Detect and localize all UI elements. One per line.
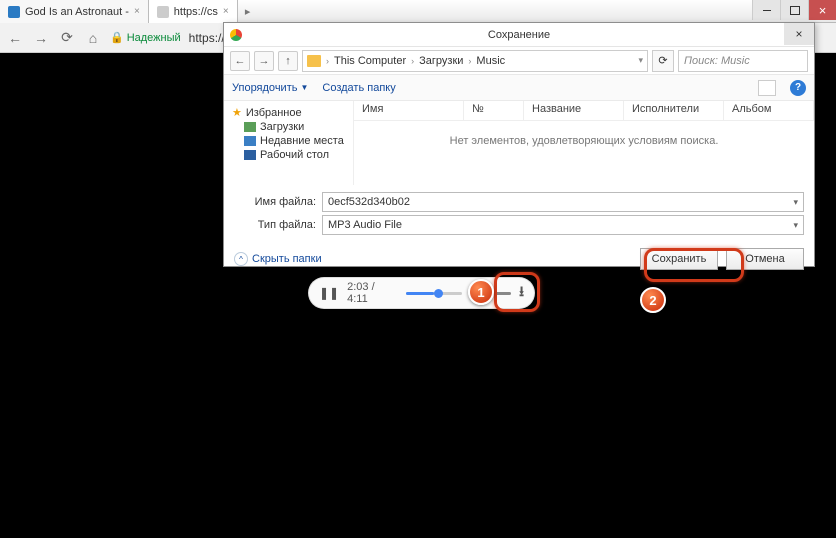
dialog-toolbar: Упорядочить ▼ Создать папку ? <box>224 75 814 101</box>
tree-label: Загрузки <box>260 121 304 133</box>
reload-button[interactable]: ⟳ <box>58 29 76 47</box>
browser-tab-active[interactable]: https://cs × <box>149 0 238 23</box>
nav-forward-button[interactable]: → <box>254 51 274 71</box>
filename-label: Имя файла: <box>234 196 322 208</box>
chevron-up-icon: ^ <box>234 252 248 266</box>
recent-icon <box>244 136 256 146</box>
back-button[interactable]: ← <box>6 29 24 47</box>
tree-label: Избранное <box>246 107 302 119</box>
help-button[interactable]: ? <box>790 80 806 96</box>
tree-desktop[interactable]: Рабочий стол <box>232 148 349 162</box>
tree-label: Недавние места <box>260 135 344 147</box>
organize-label: Упорядочить <box>232 82 297 94</box>
filetype-select[interactable]: MP3 Audio File ▾ <box>322 215 804 235</box>
maximize-button[interactable] <box>780 0 808 20</box>
time-total: 4:11 <box>347 293 368 305</box>
pause-button[interactable]: ❚❚ <box>319 286 339 300</box>
tab-title: God Is an Astronaut - <box>25 6 129 18</box>
tree-recent[interactable]: Недавние места <box>232 134 349 148</box>
callout-badge-2: 2 <box>640 287 666 313</box>
time-sep: / <box>372 281 375 293</box>
close-icon[interactable]: × <box>134 6 140 17</box>
callout-ring-2 <box>644 248 744 282</box>
tree-downloads[interactable]: Загрузки <box>232 120 349 134</box>
browser-tab[interactable]: God Is an Astronaut - × <box>0 0 149 23</box>
filetype-value: MP3 Audio File <box>328 219 402 231</box>
forward-button[interactable]: → <box>32 29 50 47</box>
tab-title: https://cs <box>174 6 218 18</box>
save-dialog: Сохранение × ← → ↑ › This Computer › Заг… <box>223 22 815 267</box>
page-icon <box>157 6 169 18</box>
chevron-down-icon[interactable]: ▾ <box>793 220 798 231</box>
col-artists[interactable]: Исполнители <box>624 101 724 120</box>
refresh-button[interactable]: ⟳ <box>652 50 674 72</box>
desktop-icon <box>244 150 256 160</box>
play-icon <box>8 6 20 18</box>
new-folder-button[interactable]: Создать папку <box>322 82 395 94</box>
nav-up-button[interactable]: ↑ <box>278 51 298 71</box>
callout-number: 1 <box>477 285 484 300</box>
chevron-right-icon: › <box>468 56 471 66</box>
close-icon[interactable]: × <box>223 6 229 17</box>
star-icon: ★ <box>232 106 242 119</box>
hide-folders-label: Скрыть папки <box>252 253 322 265</box>
crumb-downloads[interactable]: Загрузки <box>416 55 466 67</box>
filename-input[interactable]: 0ecf532d340b02 ▾ <box>322 192 804 212</box>
folder-icon <box>307 55 321 67</box>
list-header: Имя № Название Исполнители Альбом <box>354 101 814 121</box>
seek-slider[interactable] <box>406 292 462 295</box>
filetype-label: Тип файла: <box>234 219 322 231</box>
dialog-fields: Имя файла: 0ecf532d340b02 ▾ Тип файла: MP… <box>224 185 814 242</box>
filename-value: 0ecf532d340b02 <box>328 196 410 208</box>
dialog-nav: ← → ↑ › This Computer › Загрузки › Music… <box>224 47 814 75</box>
home-button[interactable]: ⌂ <box>84 29 102 47</box>
time-display: 2:03 / 4:11 <box>347 281 398 305</box>
dialog-title: Сохранение <box>488 29 550 41</box>
callout-number: 2 <box>649 293 656 308</box>
new-tab-button[interactable]: ▸ <box>238 0 258 22</box>
chevron-down-icon[interactable]: ▾ <box>638 55 643 66</box>
secure-indicator: 🔒 Надежный <box>110 31 181 44</box>
callout-ring-1 <box>494 272 540 312</box>
browser-titlebar: God Is an Astronaut - × https://cs × ▸ × <box>0 0 836 23</box>
lock-icon: 🔒 <box>110 31 124 44</box>
dialog-close-button[interactable]: × <box>784 23 814 45</box>
hide-folders-button[interactable]: ^ Скрыть папки <box>234 252 322 266</box>
col-name[interactable]: Имя <box>354 101 464 120</box>
breadcrumb[interactable]: › This Computer › Загрузки › Music ▾ <box>302 50 648 72</box>
callout-badge-1: 1 <box>468 279 494 305</box>
window-controls: × <box>752 0 836 22</box>
crumb-music[interactable]: Music <box>473 55 508 67</box>
tree-favorites[interactable]: ★ Избранное <box>232 105 349 120</box>
search-input[interactable]: Поиск: Music <box>678 50 808 72</box>
folder-tree: ★ Избранное Загрузки Недавние места Рабоч… <box>224 101 354 185</box>
dialog-body: ★ Избранное Загрузки Недавние места Рабоч… <box>224 101 814 185</box>
empty-message: Нет элементов, удовлетворяющих условиям … <box>354 121 814 161</box>
dialog-titlebar: Сохранение × <box>224 23 814 47</box>
chrome-icon <box>230 29 242 41</box>
file-list: Имя № Название Исполнители Альбом Нет эл… <box>354 101 814 185</box>
col-number[interactable]: № <box>464 101 524 120</box>
chevron-right-icon: › <box>411 56 414 66</box>
chevron-down-icon[interactable]: ▾ <box>793 197 798 208</box>
time-current: 2:03 <box>347 281 368 293</box>
col-album[interactable]: Альбом <box>724 101 814 120</box>
crumb-computer[interactable]: This Computer <box>331 55 409 67</box>
organize-button[interactable]: Упорядочить ▼ <box>232 82 308 94</box>
close-button[interactable]: × <box>808 0 836 20</box>
nav-back-button[interactable]: ← <box>230 51 250 71</box>
downloads-icon <box>244 122 256 132</box>
chevron-right-icon: › <box>326 56 329 66</box>
secure-label: Надежный <box>127 32 181 44</box>
minimize-button[interactable] <box>752 0 780 20</box>
view-options-button[interactable] <box>758 80 776 96</box>
tree-label: Рабочий стол <box>260 149 329 161</box>
col-title[interactable]: Название <box>524 101 624 120</box>
